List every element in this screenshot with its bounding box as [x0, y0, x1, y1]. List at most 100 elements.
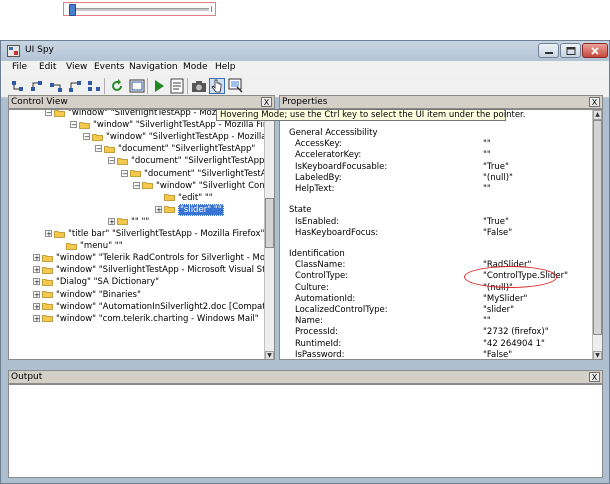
properties-title: Properties	[282, 97, 328, 107]
tree-vertical-scrollbar[interactable]: ▲ ▼	[264, 110, 274, 359]
tree-item-label: "window" "Binaries"	[56, 289, 141, 300]
property-row: ProcessId: "2732 (firefox)"	[295, 327, 595, 338]
properties-icon[interactable]	[169, 78, 185, 94]
tree-item[interactable]: + "window" "Binaries"	[33, 289, 141, 301]
tree-item[interactable]: + "Dialog" "SA Dictionary"	[33, 276, 159, 288]
properties-vertical-scrollbar[interactable]: ▲ ▼	[592, 110, 602, 359]
property-value: ""	[483, 184, 491, 195]
menu-file[interactable]: File	[12, 62, 27, 72]
folder-icon	[66, 242, 77, 250]
control-view-close-button[interactable]: X	[261, 97, 272, 107]
tree-item-label: "window" "SilverlightTestApp - Mozilla F…	[106, 132, 274, 143]
folder-icon	[164, 206, 175, 214]
tree-right-icon[interactable]	[67, 78, 83, 94]
tree-item[interactable]: − "document" "SilverlightTestApp"	[95, 143, 255, 155]
tree-item-label: "window" "com.telerik.charting - Windows…	[56, 313, 259, 324]
folder-icon	[164, 194, 175, 202]
property-row: AccessKey: ""	[295, 139, 595, 150]
focus-icon[interactable]	[228, 78, 244, 94]
maximize-button[interactable]	[560, 43, 581, 58]
tree-item[interactable]: "menu" ""	[57, 240, 123, 252]
output-pane[interactable]	[8, 384, 603, 478]
minimize-button[interactable]	[538, 43, 559, 58]
tree-down-icon[interactable]	[29, 78, 45, 94]
tree-item-label: "window" "AutomationInSilverlight2.doc […	[56, 301, 274, 312]
property-value: "True"	[483, 161, 509, 172]
expand-icon[interactable]: +	[33, 254, 40, 262]
expand-icon[interactable]: +	[33, 266, 40, 274]
control-view-header: Control View X	[8, 95, 275, 109]
tree-item[interactable]: − "window" "SilverlightTestApp - Mozilla …	[83, 131, 274, 143]
property-section-title: State	[289, 205, 312, 216]
property-row: Culture: "(null)"	[295, 283, 595, 294]
menu-help[interactable]: Help	[215, 62, 236, 72]
tree-item[interactable]: + "slider" ""	[155, 203, 224, 216]
scroll-thumb[interactable]	[593, 120, 602, 335]
screenshot-icon[interactable]	[191, 78, 207, 94]
scroll-down-arrow[interactable]: ▼	[593, 351, 602, 359]
hover-mode-tooltip: Hovering Mode; use the Ctrl key to selec…	[216, 109, 525, 121]
expand-icon[interactable]: +	[33, 290, 40, 298]
property-value: ""	[483, 316, 491, 327]
expand-icon[interactable]: +	[108, 217, 115, 225]
property-name: LocalizedControlType:	[295, 305, 388, 316]
folder-icon	[117, 157, 128, 165]
close-window-button[interactable]	[582, 43, 608, 58]
collapse-icon[interactable]: −	[70, 121, 77, 129]
property-row: ClassName: "RadSlider"	[295, 260, 595, 271]
refresh-icon[interactable]	[109, 78, 125, 94]
tree-item[interactable]: + "window" "Telerik RadControls for Silve…	[33, 252, 274, 264]
scroll-down-arrow[interactable]: ▼	[265, 351, 274, 359]
scroll-thumb[interactable]	[265, 198, 274, 248]
expand-icon[interactable]: +	[33, 314, 40, 322]
menu-edit[interactable]: Edit	[39, 62, 56, 72]
collapse-icon[interactable]: −	[108, 157, 115, 165]
tree-item[interactable]: + "title bar" "SilverlightTestApp - Mozil…	[45, 228, 264, 240]
tree-item[interactable]: + "window" "SilverlightTestApp - Microsof…	[33, 264, 274, 276]
menu-view[interactable]: View	[66, 62, 87, 72]
folder-icon	[42, 266, 53, 274]
slider-end-tick	[207, 6, 212, 12]
tree-item[interactable]: − "document" "SilverlightTestApp"	[108, 155, 268, 167]
tree-left-icon[interactable]	[48, 78, 64, 94]
slider-sample[interactable]	[63, 2, 216, 16]
collapse-icon[interactable]: −	[95, 145, 102, 153]
collapse-icon[interactable]: −	[45, 110, 52, 117]
highlight-rectangle-icon[interactable]	[129, 78, 145, 94]
tree-item[interactable]: + "window" "com.telerik.charting - Window…	[33, 313, 259, 325]
collapse-icon[interactable]: −	[121, 169, 128, 177]
app-icon	[7, 45, 20, 57]
tree-up-icon[interactable]	[10, 78, 26, 94]
folder-icon	[104, 145, 115, 153]
control-view-tree[interactable]: − "window" "SilverlightTestApp - Mozilla …	[8, 109, 275, 360]
menu-navigation[interactable]: Navigation	[129, 62, 178, 72]
property-name: Name:	[295, 316, 323, 327]
menu-bar: File Edit View Events Navigation Mode He…	[1, 61, 609, 75]
tree-item-label: "window" "SilverlightTestApp - Mozilla F…	[93, 120, 275, 131]
tree-sibling-icon[interactable]	[86, 78, 102, 94]
output-close-button[interactable]: X	[589, 372, 600, 382]
tree-item[interactable]: − "window" "Silverlight Control"	[133, 180, 274, 192]
menu-mode[interactable]: Mode	[183, 62, 208, 72]
property-row: RuntimeId: "42 264904 1"	[295, 339, 595, 350]
slider-thumb[interactable]	[69, 4, 76, 16]
property-value: "False"	[483, 349, 513, 360]
tree-item[interactable]: + "window" "AutomationInSilverlight2.doc …	[33, 301, 274, 313]
tree-item-label: "slider" ""	[178, 203, 224, 216]
tree-item[interactable]: + "" ""	[108, 216, 149, 228]
expand-icon[interactable]: +	[155, 205, 162, 213]
play-icon[interactable]	[151, 78, 167, 94]
collapse-icon[interactable]: −	[133, 181, 140, 189]
expand-icon[interactable]: +	[33, 302, 40, 310]
collapse-icon[interactable]: −	[83, 133, 90, 141]
expand-icon[interactable]: +	[45, 230, 52, 238]
tree-item[interactable]: − "document" "SilverlightTestApp"	[121, 168, 274, 180]
tree-item[interactable]: "edit" ""	[155, 192, 213, 204]
hover-mode-button[interactable]	[209, 78, 225, 94]
menu-events[interactable]: Events	[94, 62, 124, 72]
property-name: AcceleratorKey:	[295, 150, 362, 161]
expand-icon[interactable]: +	[33, 278, 40, 286]
scroll-up-arrow[interactable]: ▲	[593, 110, 602, 120]
toolbar-separator	[147, 78, 148, 94]
properties-close-button[interactable]: X	[589, 97, 600, 107]
